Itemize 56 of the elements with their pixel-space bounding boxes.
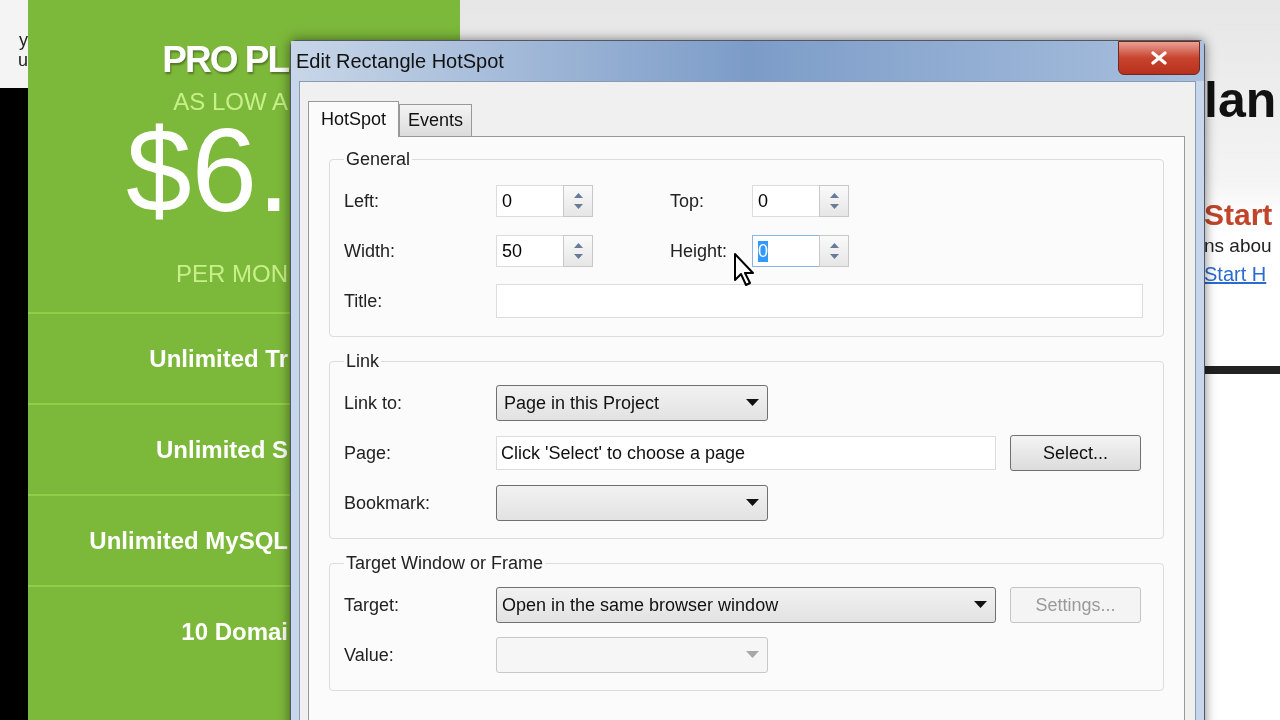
up-arrow-icon (573, 193, 583, 198)
down-arrow-icon (573, 204, 583, 209)
dropdown[interactable]: Open in the same browser window (496, 587, 996, 623)
plan-period: PER MON (175, 260, 289, 288)
field-label: Value: (344, 644, 395, 666)
dropdown[interactable] (496, 485, 768, 521)
tab[interactable]: HotSpot (308, 101, 400, 137)
field-label: Title: (344, 290, 384, 312)
plan-title: PRO PL (161, 38, 290, 82)
field-label: Width: (344, 240, 396, 262)
field-label: Link to: (344, 392, 404, 414)
text-fragment: u (18, 50, 28, 70)
dropdown[interactable]: Page in this Project (496, 385, 768, 421)
caret-icon (974, 601, 987, 609)
button[interactable]: Select... (1010, 435, 1141, 471)
caret-icon (746, 499, 759, 507)
feature-text: Unlimited S (156, 435, 288, 464)
down-arrow-icon (829, 204, 839, 209)
feature-text: Unlimited Tr (149, 344, 288, 373)
down-arrow-icon (829, 254, 839, 259)
spin-button[interactable] (563, 185, 593, 217)
number-field[interactable]: 0 (496, 185, 563, 217)
body-text: ns abou (1204, 234, 1273, 258)
feature-text: 10 Domai (181, 617, 288, 646)
text-field[interactable] (496, 284, 1143, 318)
tab[interactable]: Events (399, 104, 473, 136)
field-label: Left: (344, 190, 381, 212)
section-heading: Start (1204, 198, 1274, 232)
up-arrow-icon (829, 193, 839, 198)
spin-button[interactable] (819, 185, 849, 217)
spin-button[interactable] (563, 235, 593, 267)
field-label: Target: (344, 594, 401, 616)
number-field[interactable]: 0 (752, 185, 819, 217)
group-title: General (345, 149, 412, 170)
field-label: Bookmark: (344, 492, 432, 514)
close-icon (1150, 51, 1168, 65)
field-label: Page: (344, 442, 393, 464)
group-title: Target Window or Frame (345, 553, 545, 574)
caret-icon (746, 399, 759, 407)
up-arrow-icon (573, 243, 583, 248)
window-title: Edit Rectangle HotSpot (296, 49, 504, 73)
down-arrow-icon (573, 254, 583, 259)
text-field[interactable]: Click 'Select' to choose a page (496, 436, 996, 470)
spin-button[interactable] (819, 235, 849, 267)
field-label: Height: (670, 240, 729, 262)
caret-icon (746, 651, 759, 659)
field-label: Top: (670, 190, 706, 212)
close-button[interactable] (1118, 41, 1200, 75)
mouse-pointer-icon (733, 252, 757, 288)
number-field[interactable]: 50 (496, 235, 563, 267)
text-fragment: y (19, 30, 28, 50)
feature-text: Unlimited MySQL (89, 526, 288, 555)
link[interactable]: Start H (1204, 260, 1280, 288)
up-arrow-icon (829, 243, 839, 248)
group-title: Link (345, 351, 381, 372)
page-heading: lan (1204, 72, 1278, 128)
